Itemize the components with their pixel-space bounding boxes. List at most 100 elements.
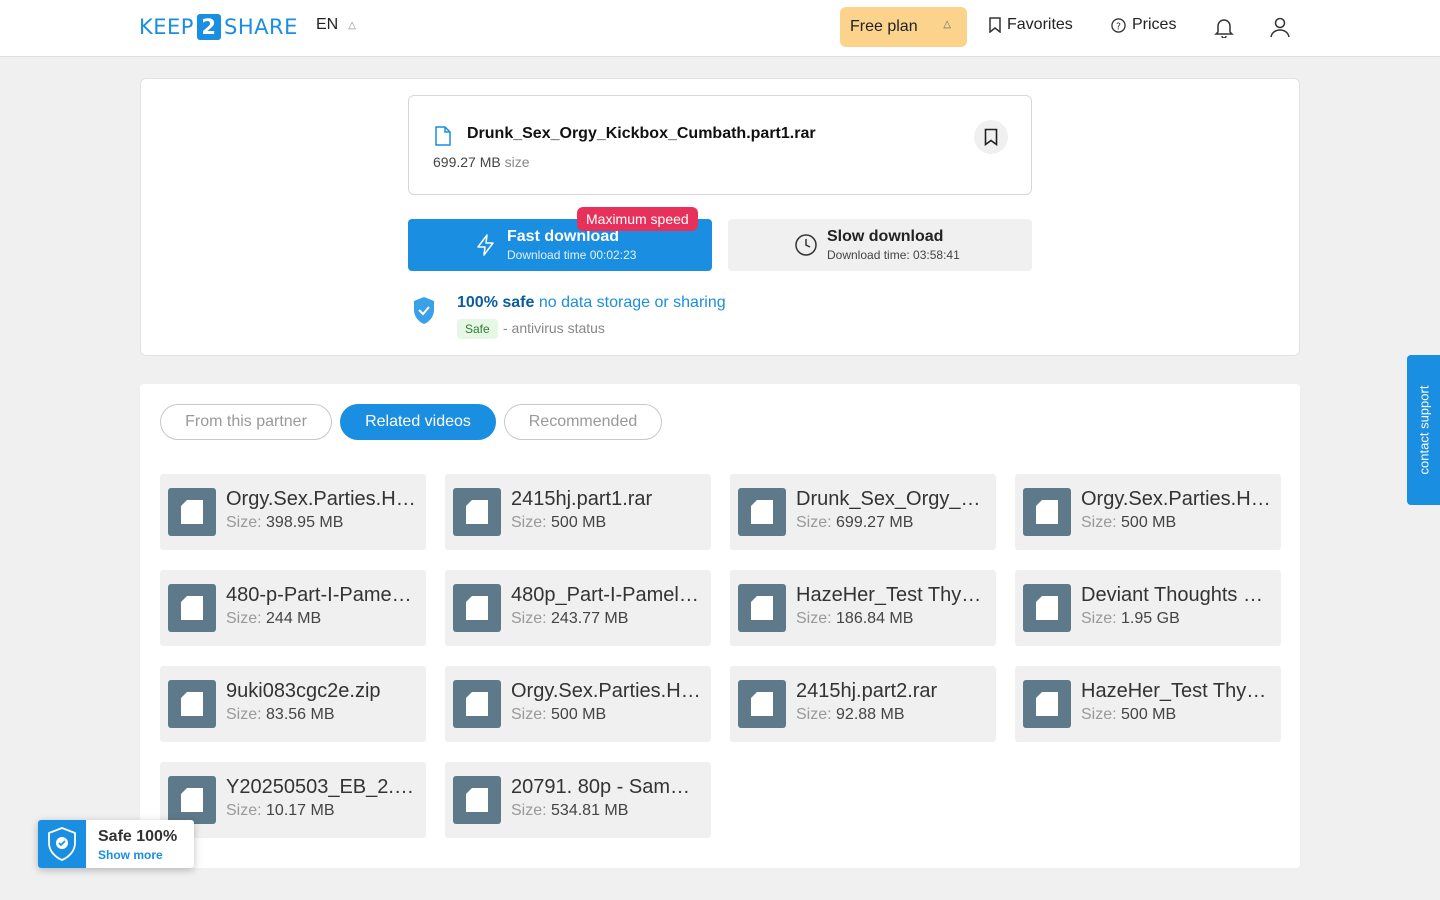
file-item-size: Size: 500 MB: [1081, 514, 1176, 532]
size-label: Size:: [1081, 514, 1117, 531]
file-item-size: Size: 398.95 MB: [226, 514, 343, 532]
tab-related-videos[interactable]: Related videos: [340, 404, 496, 440]
chevron-up-icon: △: [943, 19, 951, 30]
file-item[interactable]: 2415hj.part2.rar Size: 92.88 MB: [730, 666, 996, 742]
language-selector[interactable]: EN △: [316, 16, 356, 34]
file-item[interactable]: 20791. 80p - Sample.mp4 Size: 534.81 MB: [445, 762, 711, 838]
size-value: 500 MB: [1121, 706, 1177, 723]
slow-download-title: Slow download: [827, 228, 944, 245]
show-more-link[interactable]: Show more: [98, 848, 163, 862]
bookmark-icon: [984, 128, 998, 146]
size-value: 500 MB: [551, 706, 607, 723]
size-label: Size:: [1081, 610, 1117, 627]
size-label: Size:: [511, 610, 547, 627]
tab-recommended[interactable]: Recommended: [504, 404, 662, 440]
size-value: 398.95 MB: [266, 514, 344, 531]
size-label: Size:: [796, 610, 832, 627]
file-item[interactable]: HazeHer_Test Thy Teammates.part1.rar Size…: [1015, 666, 1281, 742]
file-item[interactable]: 480-p-Part-I-Pamela.mp4 Size: 244 MB: [160, 570, 426, 646]
svg-text:?: ?: [1116, 21, 1121, 32]
file-item-name: 2415hj.part2.rar: [796, 680, 938, 702]
size-value: 243.77 MB: [551, 610, 629, 627]
file-item-size: Size: 10.17 MB: [226, 802, 335, 820]
file-item-name: 480p_Part-I-Pamela.mp4: [511, 584, 701, 606]
logo-text-left: KEEP: [139, 15, 194, 39]
file-icon: [453, 584, 501, 632]
file-item[interactable]: Orgy.Sex.Parties.Hot.Tubs.part1.rar Size:…: [160, 474, 426, 550]
file-item[interactable]: Deviant Thoughts 3.rar Size: 1.95 GB: [1015, 570, 1281, 646]
contact-support-label: contact support: [1416, 385, 1431, 475]
file-size: 699.27 MB size: [433, 154, 530, 170]
file-item-size: Size: 500 MB: [511, 514, 606, 532]
file-item-name: 480-p-Part-I-Pamela.mp4: [226, 584, 416, 606]
file-item-name: 9uki083cgc2e.zip: [226, 680, 381, 702]
file-icon: [738, 680, 786, 728]
prices-link[interactable]: ? Prices: [1111, 16, 1176, 34]
keep2share-logo[interactable]: KEEP 2 SHARE: [139, 14, 298, 40]
file-icon: [168, 584, 216, 632]
file-item-size: Size: 699.27 MB: [796, 514, 913, 532]
size-label: Size:: [226, 802, 262, 819]
file-icon: [453, 488, 501, 536]
file-icon: [168, 776, 216, 824]
file-icon: [1023, 680, 1071, 728]
size-label: Size:: [511, 802, 547, 819]
size-label: Size:: [1081, 706, 1117, 723]
header: KEEP 2 SHARE EN △ Free plan △ Favorites …: [0, 0, 1440, 57]
file-size-unit: size: [504, 154, 530, 170]
safe-widget[interactable]: Safe 100% Show more: [38, 820, 194, 868]
file-icon: [1023, 584, 1071, 632]
file-item-size: Size: 534.81 MB: [511, 802, 628, 820]
file-item[interactable]: Y20250503_EB_2.mp4 Size: 10.17 MB: [160, 762, 426, 838]
file-icon: [738, 488, 786, 536]
tab-from-this-partner[interactable]: From this partner: [160, 404, 332, 440]
favorites-link[interactable]: Favorites: [989, 16, 1073, 34]
file-info-box: [408, 95, 1032, 195]
size-label: Size:: [511, 514, 547, 531]
file-item-size: Size: 244 MB: [226, 610, 321, 628]
file-item-name: HazeHer_Test Thy Teammates.mp4: [796, 584, 986, 606]
file-icon: [738, 584, 786, 632]
slow-download-button[interactable]: Slow download Download time: 03:58:41: [728, 219, 1032, 271]
bell-icon[interactable]: [1213, 16, 1235, 38]
size-value: 500 MB: [1121, 514, 1177, 531]
file-item[interactable]: HazeHer_Test Thy Teammates.mp4 Size: 186.…: [730, 570, 996, 646]
file-name: Drunk_Sex_Orgy_Kickbox_Cumbath.part1.rar: [467, 125, 816, 142]
file-item-name: HazeHer_Test Thy Teammates.part1.rar: [1081, 680, 1271, 702]
bookmark-button[interactable]: [974, 120, 1008, 154]
file-item[interactable]: Orgy.Sex.Parties.Hot.Tubs.part2.rar Size:…: [1015, 474, 1281, 550]
file-item-name: Orgy.Sex.Parties.Hot.Tubs.part3.rar: [511, 680, 701, 702]
chevron-up-icon: △: [348, 19, 356, 31]
file-item[interactable]: Orgy.Sex.Parties.Hot.Tubs.part3.rar Size:…: [445, 666, 711, 742]
file-size-value: 699.27 MB: [433, 154, 501, 170]
safety-message: 100% safe no data storage or sharing: [457, 294, 726, 312]
help-circle-icon: ?: [1111, 17, 1126, 33]
contact-support-button[interactable]: contact support: [1407, 355, 1440, 505]
logo-text-right: SHARE: [223, 15, 298, 39]
maximum-speed-badge: Maximum speed: [577, 207, 698, 231]
size-label: Size:: [796, 706, 832, 723]
file-item-size: Size: 243.77 MB: [511, 610, 628, 628]
file-item[interactable]: 2415hj.part1.rar Size: 500 MB: [445, 474, 711, 550]
size-value: 244 MB: [266, 610, 322, 627]
file-item-size: Size: 186.84 MB: [796, 610, 913, 628]
shield-check-icon: [414, 297, 434, 324]
size-label: Size:: [226, 706, 262, 723]
file-item[interactable]: 480p_Part-I-Pamela.mp4 Size: 243.77 MB: [445, 570, 711, 646]
user-icon[interactable]: [1269, 16, 1291, 38]
file-item[interactable]: Drunk_Sex_Orgy_Kickbox_Cumbath.part1.rar…: [730, 474, 996, 550]
language-label: EN: [316, 16, 339, 33]
file-item[interactable]: 9uki083cgc2e.zip Size: 83.56 MB: [160, 666, 426, 742]
antivirus-safe-badge: Safe: [457, 319, 498, 339]
size-value: 10.17 MB: [266, 802, 335, 819]
file-item-name: Deviant Thoughts 3.rar: [1081, 584, 1271, 606]
clock-icon: [795, 234, 817, 256]
bookmark-icon: [989, 17, 1001, 33]
size-label: Size:: [226, 610, 262, 627]
file-item-size: Size: 83.56 MB: [226, 706, 335, 724]
size-label: Size:: [226, 514, 262, 531]
slow-download-time: Download time: 03:58:41: [827, 248, 960, 262]
size-label: Size:: [796, 514, 832, 531]
plan-button[interactable]: Free plan △: [840, 7, 967, 47]
size-value: 186.84 MB: [836, 610, 914, 627]
